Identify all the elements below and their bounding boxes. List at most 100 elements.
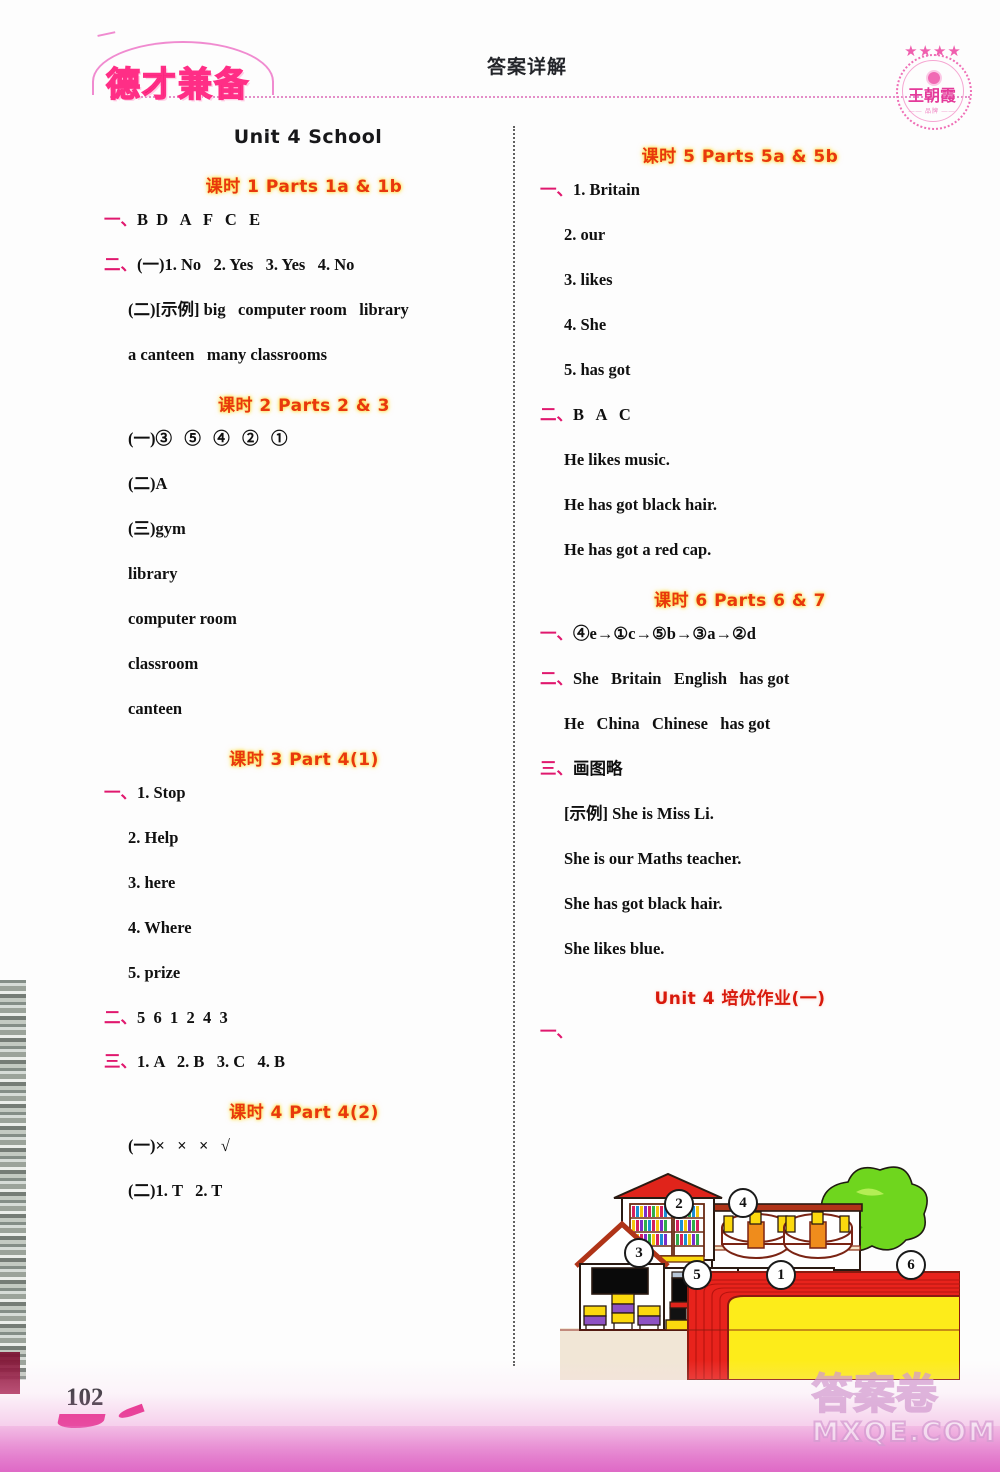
right-answer-line: [示例] She is Miss Li. bbox=[540, 803, 940, 824]
left-answer-line: computer room bbox=[104, 608, 504, 629]
answer-text: 1. A 2. B 3. C 4. B bbox=[137, 1052, 286, 1072]
illustration-number-badge-6: 6 bbox=[896, 1250, 926, 1280]
answer-text: 5. has got bbox=[564, 359, 631, 379]
left-answer-line: 3. here bbox=[104, 872, 504, 893]
answer-text: 2. our bbox=[564, 224, 606, 244]
left-section-heading: 课时 1 Parts 1a & 1b bbox=[205, 177, 403, 197]
left-answer-line: 4. Where bbox=[104, 917, 504, 938]
left-answer-line: 三、1. A 2. B 3. C 4. B bbox=[104, 1052, 504, 1072]
answer-text: He likes music. bbox=[564, 449, 670, 469]
left-answer-line: library bbox=[104, 563, 504, 584]
right-answer-line: 5. has got bbox=[540, 359, 940, 380]
answer-text: ④e→①c→⑤b→③a→②d bbox=[573, 623, 756, 643]
left-answer-line: (一)× × × √ bbox=[104, 1136, 504, 1156]
answer-text: 3. likes bbox=[564, 269, 613, 289]
answer-text: B A C bbox=[573, 404, 631, 424]
answer-marker: 三、 bbox=[540, 758, 573, 778]
right-answer-line: 一、 bbox=[540, 1022, 940, 1042]
answer-marker: 一、 bbox=[104, 210, 137, 229]
illustration-number-badge-3: 3 bbox=[624, 1238, 654, 1268]
right-answer-line: 二、B A C bbox=[540, 404, 940, 425]
answer-text: (二)A bbox=[128, 473, 168, 493]
left-answer-line: 二、(一)1. No 2. Yes 3. Yes 4. No bbox=[104, 255, 504, 275]
left-answer-line: canteen bbox=[104, 698, 504, 719]
right-answer-line: He likes music. bbox=[540, 449, 940, 470]
answer-text: 1. Britain bbox=[573, 180, 640, 199]
right-answer-line: He has got black hair. bbox=[540, 494, 940, 515]
left-answer-line: a canteen many classrooms bbox=[104, 344, 504, 365]
answer-text: 5 6 1 2 4 3 bbox=[137, 1007, 228, 1027]
answer-text: He has got black hair. bbox=[564, 494, 717, 514]
answer-text: 2. Help bbox=[128, 827, 179, 847]
answer-text: (一)× × × √ bbox=[128, 1136, 230, 1156]
left-section-heading: 课时 4 Part 4(2) bbox=[229, 1103, 379, 1124]
seal-label: 王朝霞 bbox=[907, 86, 956, 105]
left-section-heading: 课时 2 Parts 2 & 3 bbox=[217, 395, 390, 416]
page-title: 答案详解 bbox=[487, 56, 568, 78]
left-answer-line: 二、5 6 1 2 4 3 bbox=[104, 1007, 504, 1028]
publisher-seal-logo: ★★★★ 王朝霞 —— 品牌 —— bbox=[890, 40, 976, 130]
left-column: Unit 4 School 课时 1 Parts 1a & 1b 一、B D A … bbox=[104, 126, 504, 1227]
answer-text: She Britain English has got bbox=[573, 668, 790, 688]
left-section-heading: 课时 3 Part 4(1) bbox=[229, 749, 379, 770]
left-answer-line: 一、1. Stop bbox=[104, 782, 504, 803]
right-answer-line: She likes blue. bbox=[540, 939, 940, 959]
answer-marker: 二、 bbox=[540, 668, 573, 688]
left-answer-line: (一)③ ⑤ ④ ② ① bbox=[104, 428, 504, 449]
illustration-number-badge-5: 5 bbox=[682, 1260, 712, 1290]
right-answer-line: 一、④e→①c→⑤b→③a→②d bbox=[540, 623, 940, 644]
right-answer-line: 三、画图略 bbox=[540, 758, 940, 779]
answer-text: 画图略 bbox=[573, 758, 623, 778]
answer-marker: 一、 bbox=[540, 1022, 573, 1042]
left-answer-line: classroom bbox=[104, 653, 504, 674]
right-answer-line: 2. our bbox=[540, 224, 940, 245]
answer-marker: 二、 bbox=[540, 404, 573, 424]
left-answer-line: (二)1. T 2. T bbox=[104, 1181, 504, 1201]
right-answer-line: 4. She bbox=[540, 314, 940, 335]
right-answer-line: 二、She Britain English has got bbox=[540, 668, 940, 689]
answer-text: computer room bbox=[128, 608, 237, 628]
answer-marker: 一、 bbox=[540, 180, 573, 199]
illustration-number-badge-2: 2 bbox=[664, 1189, 694, 1219]
answer-key-page: 答案详解 德才兼备 ★★★★ 王朝霞 —— 品牌 —— Unit 4 Schoo… bbox=[0, 0, 1000, 1472]
answer-text: She has got black hair. bbox=[564, 893, 723, 913]
answer-text: 4. Where bbox=[128, 917, 192, 937]
answer-text: library bbox=[128, 563, 178, 583]
answer-text: He has got a red cap. bbox=[564, 539, 712, 559]
right-answer-line: He China Chinese has got bbox=[540, 714, 940, 734]
answer-text: She is our Maths teacher. bbox=[564, 848, 742, 868]
right-section-heading: 课时 5 Parts 5a & 5b bbox=[641, 147, 839, 167]
answer-marker: 二、 bbox=[104, 1007, 137, 1027]
right-answer-line: She is our Maths teacher. bbox=[540, 848, 940, 869]
answer-text: (一)③ ⑤ ④ ② ① bbox=[128, 428, 288, 448]
left-answer-line: 5. prize bbox=[104, 962, 504, 983]
brand-logo-label: 德才兼备 bbox=[105, 64, 250, 106]
answer-text: classroom bbox=[128, 653, 199, 673]
answer-text: 5. prize bbox=[128, 962, 181, 982]
right-sections-container: 课时 5 Parts 5a & 5b 一、1. Britain 2. our 3. l… bbox=[540, 142, 940, 1042]
answer-text: B D A F C E bbox=[137, 210, 261, 229]
answer-marker: 三、 bbox=[104, 1052, 137, 1072]
answer-text: [示例] She is Miss Li. bbox=[564, 803, 714, 823]
brand-tick-decoration bbox=[97, 31, 117, 43]
right-column: 课时 5 Parts 5a & 5b 一、1. Britain 2. our 3. l… bbox=[540, 126, 940, 1068]
answer-text: a canteen many classrooms bbox=[128, 344, 328, 364]
scan-edge-artifact bbox=[0, 980, 26, 1380]
answer-text: 4. She bbox=[564, 314, 607, 334]
column-divider bbox=[513, 126, 515, 1366]
seal-sublabel: —— 品牌 —— bbox=[908, 109, 956, 115]
site-watermark: 答案卷 MXQE.COM bbox=[811, 1373, 1000, 1470]
right-answer-line: She has got black hair. bbox=[540, 893, 940, 914]
left-answer-line: (二)A bbox=[104, 473, 504, 494]
answer-text: (二)[示例] big computer room library bbox=[128, 299, 409, 319]
left-sections-container: 课时 1 Parts 1a & 1b 一、B D A F C E 二、(一)1. N… bbox=[104, 172, 504, 1201]
answer-text: 1. Stop bbox=[137, 782, 186, 802]
answer-marker: 一、 bbox=[104, 782, 137, 802]
brand-logo: 德才兼备 bbox=[92, 31, 274, 109]
right-answer-line: 3. likes bbox=[540, 269, 940, 290]
answer-text: canteen bbox=[128, 698, 183, 718]
watermark-url-text: MXQE.COM bbox=[811, 1416, 997, 1449]
right-answer-line: He has got a red cap. bbox=[540, 539, 940, 560]
right-section-heading: 课时 6 Parts 6 & 7 bbox=[653, 590, 826, 611]
answer-text: 3. here bbox=[128, 872, 176, 892]
